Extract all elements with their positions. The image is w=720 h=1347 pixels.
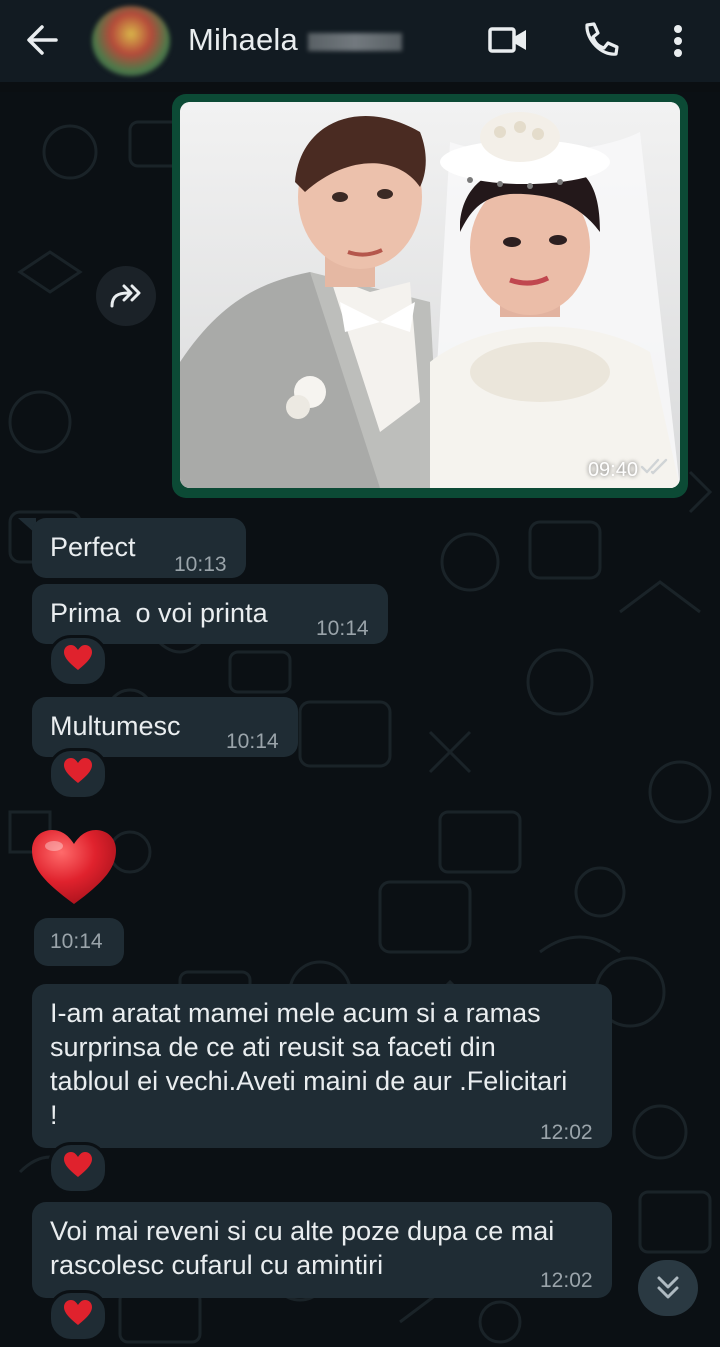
wedding-portrait-image — [180, 102, 680, 488]
reaction-badge[interactable] — [48, 1142, 108, 1194]
forward-icon — [110, 284, 141, 308]
image-message[interactable]: 09:40 — [172, 94, 688, 498]
reaction-badge[interactable] — [48, 748, 108, 800]
message-text: I-am aratat mamei mele acum si a ramas s… — [50, 998, 568, 1130]
video-camera-icon — [488, 27, 526, 53]
more-options-button[interactable] — [660, 18, 696, 64]
message-timestamp: 12:02 — [540, 1269, 593, 1292]
chat-header: Mihaela — [0, 0, 720, 82]
reaction-badge[interactable] — [48, 1290, 108, 1342]
message-bubble[interactable]: Perfect 10:13 — [32, 518, 246, 578]
redacted-surname — [308, 33, 402, 51]
message-bubble[interactable]: I-am aratat mamei mele acum si a ramas s… — [32, 984, 612, 1148]
reaction-badge[interactable] — [48, 635, 108, 687]
message-timestamp: 10:13 — [174, 553, 227, 576]
emoji-timestamp-pill: 10:14 — [34, 918, 124, 966]
message-bubble[interactable]: Voi mai reveni si cu alte poze dupa ce m… — [32, 1202, 612, 1298]
message-timestamp: 10:14 — [50, 930, 103, 953]
forward-button[interactable] — [96, 266, 156, 326]
double-chevron-down-icon — [657, 1276, 679, 1299]
arrow-left-icon — [27, 25, 58, 55]
contact-name[interactable]: Mihaela — [188, 22, 298, 58]
heart-reaction-icon — [63, 1151, 93, 1184]
big-heart-icon — [32, 830, 116, 904]
heart-emoji-message[interactable] — [30, 828, 118, 913]
video-call-button[interactable] — [486, 18, 530, 64]
heart-reaction-icon — [63, 1299, 93, 1332]
avatar[interactable] — [92, 6, 170, 76]
message-text: Perfect — [50, 532, 136, 562]
voice-call-button[interactable] — [578, 18, 622, 64]
phone-icon — [585, 22, 619, 56]
double-check-icon — [640, 457, 670, 480]
message-text: Prima o voi printa — [50, 598, 268, 628]
message-text: Multumesc — [50, 711, 181, 741]
scroll-to-bottom-button[interactable] — [638, 1260, 698, 1316]
message-timestamp: 10:14 — [316, 617, 369, 640]
message-text: Voi mai reveni si cu alte poze dupa ce m… — [50, 1216, 555, 1280]
heart-reaction-icon — [63, 757, 93, 790]
more-vertical-icon — [674, 25, 682, 57]
back-button[interactable] — [22, 20, 70, 62]
heart-reaction-icon — [63, 644, 93, 677]
image-timestamp: 09:40 — [587, 459, 638, 481]
message-timestamp: 12:02 — [540, 1121, 593, 1144]
wedding-photo[interactable] — [180, 102, 680, 488]
message-timestamp: 10:14 — [226, 730, 279, 753]
